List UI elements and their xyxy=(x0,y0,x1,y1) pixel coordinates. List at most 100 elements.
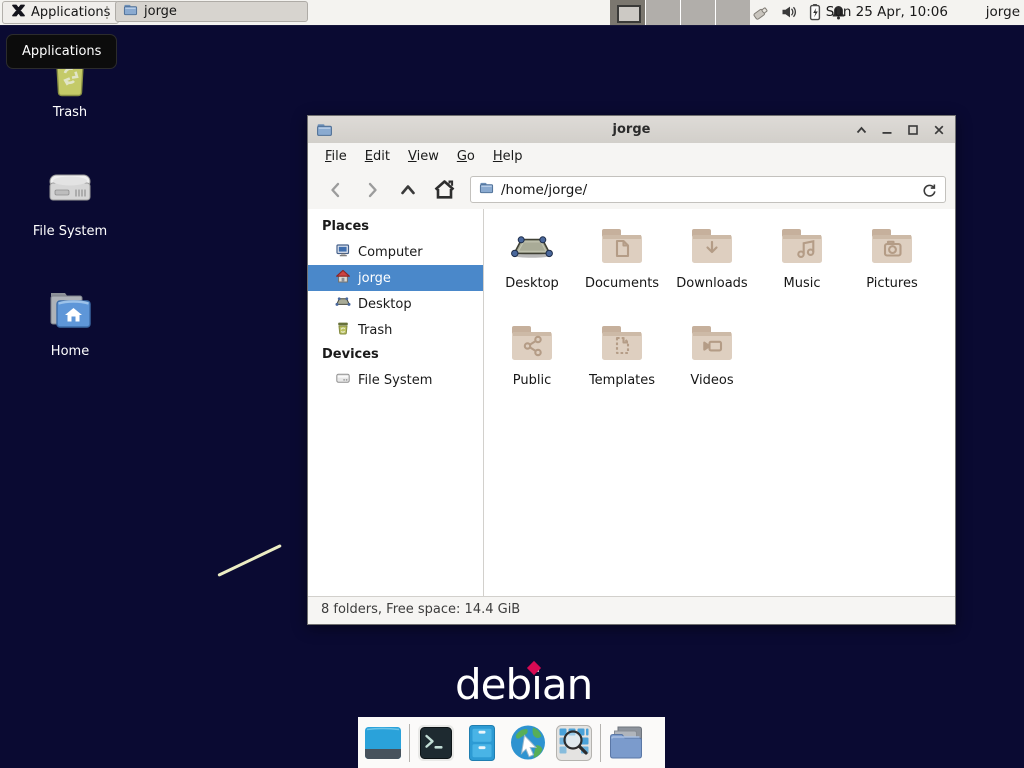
path-input[interactable]: /home/jorge/ xyxy=(501,182,587,198)
battery-charging-icon[interactable] xyxy=(807,3,822,25)
reload-icon[interactable] xyxy=(921,182,937,198)
window-content: Places Computer jorge xyxy=(308,209,955,597)
web-browser-launcher[interactable] xyxy=(508,723,548,763)
xfce-cross-icon xyxy=(11,3,26,22)
folder-documents-icon xyxy=(577,223,667,271)
file-item-pictures[interactable]: Pictures xyxy=(847,223,937,291)
file-item-music[interactable]: Music xyxy=(757,223,847,291)
desktop-icon-home[interactable]: Home xyxy=(10,283,130,359)
workspace-3[interactable] xyxy=(680,0,715,25)
toolbar: /home/jorge/ xyxy=(308,170,955,210)
forward-button[interactable] xyxy=(358,176,386,203)
show-desktop-button[interactable] xyxy=(363,723,403,763)
file-item-label: Music xyxy=(757,276,847,291)
window-titlebar[interactable]: jorge xyxy=(308,116,955,144)
dock xyxy=(358,717,665,768)
file-item-downloads[interactable]: Downloads xyxy=(667,223,757,291)
application-finder-launcher[interactable] xyxy=(554,723,594,763)
top-panel: Applications jorge xyxy=(0,0,1024,26)
file-item-public[interactable]: Public xyxy=(487,320,577,388)
workspace-4[interactable] xyxy=(715,0,750,25)
shade-icon[interactable] xyxy=(853,122,869,138)
file-manager-launcher[interactable] xyxy=(462,723,502,763)
folder-templates-icon xyxy=(577,320,667,368)
applications-tooltip: Applications xyxy=(6,34,117,69)
plug-icon[interactable] xyxy=(752,3,772,25)
panel-user-label[interactable]: jorge xyxy=(986,0,1020,25)
sidebar-item-label: Desktop xyxy=(358,297,412,312)
path-bar[interactable]: /home/jorge/ xyxy=(470,176,946,203)
applications-menu-label: Applications xyxy=(31,5,110,20)
debian-logo-text: debian xyxy=(455,660,592,709)
volume-icon[interactable] xyxy=(781,4,798,24)
file-item-label: Downloads xyxy=(667,276,757,291)
computer-icon xyxy=(335,242,351,262)
sidebar-item-label: Computer xyxy=(358,245,423,260)
taskbar-window-button[interactable]: jorge xyxy=(115,1,308,22)
menu-edit[interactable]: Edit xyxy=(356,143,399,170)
workspace-1[interactable] xyxy=(610,0,645,25)
file-item-label: Videos xyxy=(667,373,757,388)
folder-videos-icon xyxy=(667,320,757,368)
folder-pictures-icon xyxy=(847,223,937,271)
desktop-icon-label: Home xyxy=(10,344,130,359)
harddrive-icon xyxy=(335,370,351,390)
sidebar-item-file-system[interactable]: File System xyxy=(308,367,483,393)
file-browser-launcher[interactable] xyxy=(607,723,647,763)
sidebar-item-computer[interactable]: Computer xyxy=(308,239,483,265)
workspace-window-preview xyxy=(617,5,641,23)
sidebar-item-label: Trash xyxy=(358,323,392,338)
file-item-label: Pictures xyxy=(847,276,937,291)
file-item-label: Public xyxy=(487,373,577,388)
panel-clock[interactable]: Sun 25 Apr, 10:06 xyxy=(826,0,948,25)
window-controls xyxy=(853,116,947,143)
close-icon[interactable] xyxy=(931,122,947,138)
back-button[interactable] xyxy=(322,176,350,203)
menu-help[interactable]: Help xyxy=(484,143,532,170)
dock-separator xyxy=(600,724,601,762)
line-artifact xyxy=(217,544,281,577)
sidebar-item-jorge[interactable]: jorge xyxy=(308,265,483,291)
home-button[interactable] xyxy=(430,176,458,203)
panel-grip-handle[interactable] xyxy=(104,6,110,19)
menu-view[interactable]: View xyxy=(399,143,448,170)
menu-bar: File Edit View Go Help xyxy=(308,143,955,170)
sidebar-item-desktop[interactable]: Desktop xyxy=(308,291,483,317)
sidebar-header-places: Places xyxy=(308,215,483,239)
terminal-launcher[interactable] xyxy=(416,723,456,763)
minimize-icon[interactable] xyxy=(879,122,895,138)
workspace-switcher xyxy=(610,0,750,25)
home-folder-icon xyxy=(10,283,130,341)
desktop: Applications jorge xyxy=(0,0,1024,768)
menu-file[interactable]: File xyxy=(316,143,356,170)
desktop-icon-label: Trash xyxy=(10,105,130,120)
file-item-videos[interactable]: Videos xyxy=(667,320,757,388)
sidebar-header-devices: Devices xyxy=(308,343,483,367)
file-manager-window: jorge File Edit View Go Help xyxy=(307,115,956,625)
sidebar-item-label: jorge xyxy=(358,271,391,286)
sidebar-item-label: File System xyxy=(358,373,432,388)
menu-go[interactable]: Go xyxy=(448,143,484,170)
maximize-icon[interactable] xyxy=(905,122,921,138)
trash-icon xyxy=(335,320,351,340)
desktop-icon-file-system[interactable]: File System xyxy=(10,163,130,239)
folder-downloads-icon xyxy=(667,223,757,271)
applications-menu-button[interactable]: Applications xyxy=(2,1,119,24)
desktop-icon xyxy=(487,223,577,271)
up-button[interactable] xyxy=(394,176,422,203)
file-item-documents[interactable]: Documents xyxy=(577,223,667,291)
desktop-icon xyxy=(335,294,351,314)
folder-icon xyxy=(479,180,494,199)
status-bar: 8 folders, Free space: 14.4 GiB xyxy=(308,596,955,624)
file-item-templates[interactable]: Templates xyxy=(577,320,667,388)
debian-logo: debian xyxy=(455,660,592,709)
taskbar-window-label: jorge xyxy=(144,4,177,19)
file-grid: Desktop Documents Downloads xyxy=(484,209,955,597)
sidebar: Places Computer jorge xyxy=(308,209,484,597)
file-item-label: Desktop xyxy=(487,276,577,291)
folder-music-icon xyxy=(757,223,847,271)
desktop-icon-label: File System xyxy=(10,224,130,239)
file-item-desktop[interactable]: Desktop xyxy=(487,223,577,291)
workspace-2[interactable] xyxy=(645,0,680,25)
sidebar-item-trash[interactable]: Trash xyxy=(308,317,483,343)
